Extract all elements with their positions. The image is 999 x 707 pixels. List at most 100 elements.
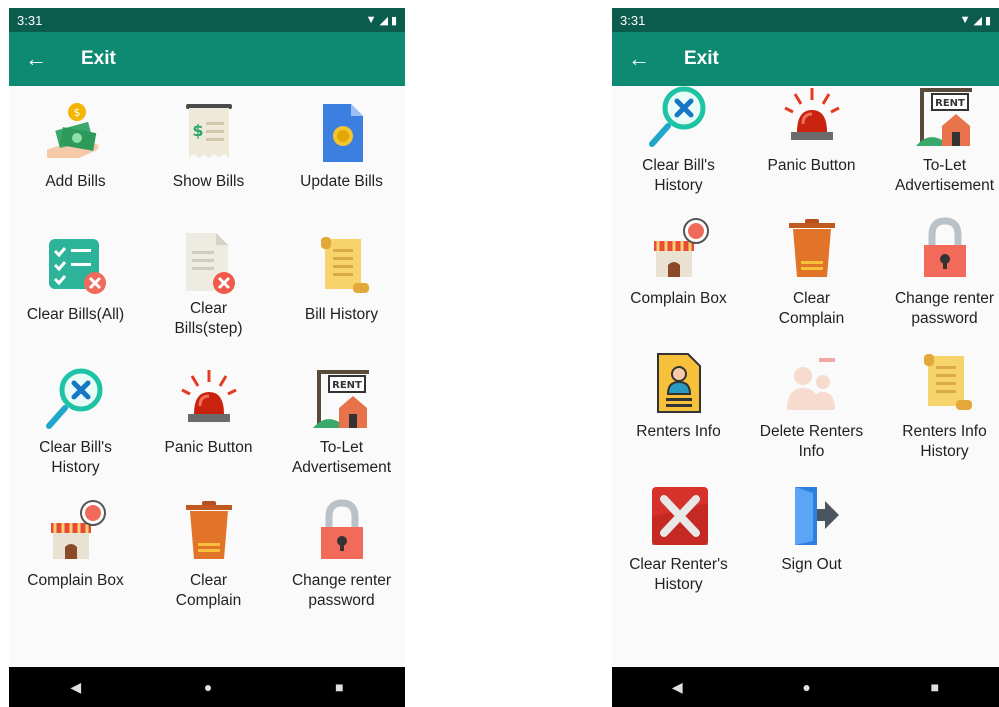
delete-renters-info-button[interactable]: Delete Renters Info [745,344,878,477]
shop-complain-icon [653,218,709,277]
change-renter-password-button[interactable]: Change renter password [275,493,405,626]
renters-info-button[interactable]: Renters Info [612,344,745,477]
system-icons: ▼ ◢ ▮ [366,14,397,27]
bill-history-button[interactable]: Bill History [275,227,405,360]
navigation-bar: ◀ ● ■ [612,667,999,707]
shop-complain-icon [50,500,106,559]
menu-content[interactable]: Clear Bill's History Panic Button RENT T… [612,86,999,667]
to-let-advertisement-button[interactable]: RENT To-Let Advertisement [275,360,405,493]
tile-label: Delete Renters Info [759,423,864,460]
sign-out-door-icon [794,487,839,545]
scroll-icon [923,354,972,410]
clear-bills-history-button[interactable]: Clear Bill's History [612,86,745,211]
back-arrow-icon[interactable]: ← [628,46,668,72]
tile-label: Complain Box [27,572,124,589]
back-arrow-icon[interactable]: ← [25,46,65,72]
add-bills-button[interactable]: $ Add Bills [9,94,142,227]
status-bar: 3:31 ▼ ◢ ▮ [9,8,405,32]
people-delete-icon [786,358,835,410]
battery-icon: ▮ [390,14,397,27]
status-time: 3:31 [620,12,646,28]
clear-complain-button[interactable]: Clear Complain [745,211,878,344]
svg-text:$: $ [73,106,80,119]
rent-sign-icon: RENT [312,370,369,428]
clear-complain-button[interactable]: Clear Complain [142,493,275,626]
nav-home-icon[interactable]: ● [802,679,810,695]
tile-label: Renters Info History [902,423,987,460]
tile-label: Update Bills [300,173,383,190]
wifi-icon: ▼ [959,14,971,26]
tile-label: Bill History [304,306,379,323]
status-bar: 3:31 ▼ ◢ ▮ [612,8,999,32]
renters-info-history-button[interactable]: Renters Info History [878,344,999,477]
tile-label: To-Let Advertisement [894,157,995,194]
system-icons: ▼ ◢ ▮ [960,14,991,27]
trash-bin-icon [788,219,835,277]
tile-label: Panic Button [767,157,856,174]
update-bills-button[interactable]: Update Bills [275,94,405,227]
tile-label: Clear Complain [175,572,242,609]
panic-button[interactable]: Panic Button [142,360,275,493]
tile-label: Renters Info [636,423,721,440]
clear-renters-history-button[interactable]: Clear Renter's History [612,477,745,610]
menu-grid: Clear Bill's History Panic Button RENT T… [612,86,999,610]
menu-grid: $ Add Bills $ Show Bills Update Bills Cl… [9,94,405,626]
tile-label: Panic Button [164,439,253,456]
menu-content[interactable]: $ Add Bills $ Show Bills Update Bills Cl… [9,86,405,667]
tile-label: Add Bills [45,173,106,190]
battery-icon: ▮ [984,14,991,27]
rent-sign-icon: RENT [915,88,972,146]
search-clear-icon [45,368,102,429]
svg-text:RENT: RENT [935,98,965,109]
tile-label: Clear Bill's History [642,157,715,194]
status-time: 3:31 [17,12,43,28]
nav-home-icon[interactable]: ● [204,679,212,695]
tile-label: Complain Box [630,290,727,307]
tile-label: Clear Complain [778,290,845,327]
panic-button[interactable]: Panic Button [745,86,878,211]
checklist-remove-icon [48,239,106,294]
money-hand-icon: $ [46,103,99,158]
search-clear-icon [648,86,705,147]
tile-label: Clear Bill's History [39,439,112,476]
complain-box-button[interactable]: Complain Box [612,211,745,344]
signal-icon: ◢ [379,14,388,27]
to-let-advertisement-button[interactable]: RENT To-Let Advertisement [878,86,999,211]
tile-label: Sign Out [781,556,842,573]
receipt-icon: $ [185,104,232,158]
document-remove-icon [185,233,235,294]
tile-label: Clear Bills(All) [26,306,125,323]
alarm-siren-icon [180,370,237,422]
padlock-icon [923,217,966,277]
clear-bills-step-button[interactable]: Clear Bills(step) [142,227,275,360]
app-bar: ← Exit [9,32,405,86]
alarm-siren-icon [783,88,840,140]
complain-box-button[interactable]: Complain Box [9,493,142,626]
navigation-bar: ◀ ● ■ [9,667,405,707]
trash-bin-icon [185,501,232,559]
tile-label: Change renter password [894,290,995,327]
nav-back-icon[interactable]: ◀ [672,679,683,696]
signal-icon: ◢ [973,14,982,27]
nav-recents-icon[interactable]: ■ [335,679,343,695]
nav-back-icon[interactable]: ◀ [70,679,81,696]
sign-out-button[interactable]: Sign Out [745,477,878,610]
nav-recents-icon[interactable]: ■ [931,679,939,695]
change-renter-password-button[interactable]: Change renter password [878,211,999,344]
tile-label: Change renter password [291,572,392,609]
tile-label: To-Let Advertisement [291,439,392,476]
clear-bills-history-button[interactable]: Clear Bill's History [9,360,142,493]
tile-label: Show Bills [172,173,245,190]
padlock-icon [320,499,363,559]
svg-text:$: $ [192,121,203,140]
phone-screen-right: 3:31 ▼ ◢ ▮ ← Exit Clear Bill's History P… [612,8,999,707]
show-bills-button[interactable]: $ Show Bills [142,94,275,227]
document-coin-icon [322,104,363,162]
svg-text:RENT: RENT [332,380,362,391]
phone-screen-left: 3:31 ▼ ◢ ▮ ← Exit $ Add Bills $ Show Bil… [9,8,405,707]
clear-bills-all-button[interactable]: Clear Bills(All) [9,227,142,360]
page-title: Exit [81,48,116,69]
red-x-icon [651,487,708,545]
wifi-icon: ▼ [365,14,377,26]
app-bar: ← Exit [612,32,999,86]
